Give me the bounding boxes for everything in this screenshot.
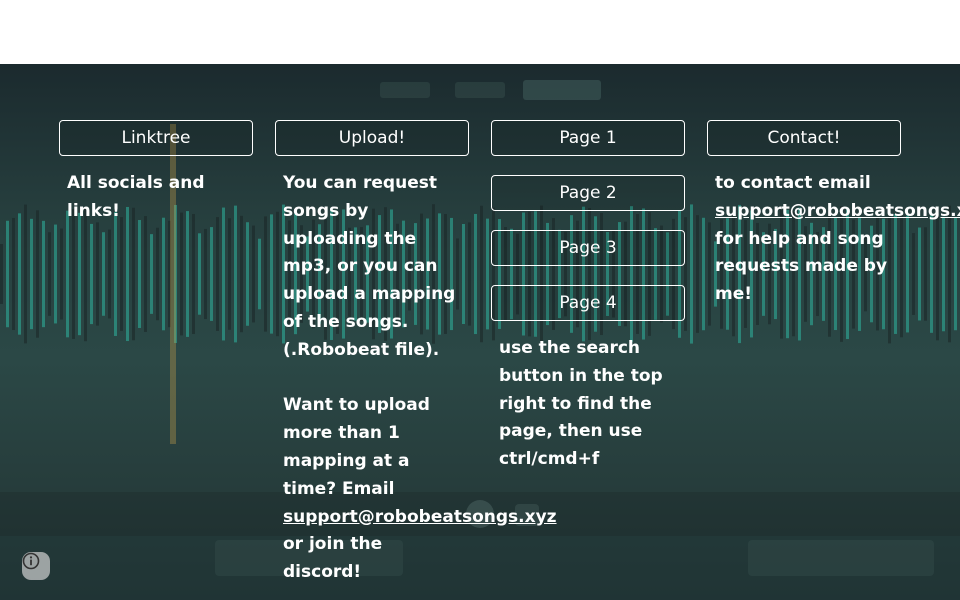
contact-description: to contact email support@robobeatsongs.x…: [707, 170, 960, 309]
waveform-bar: [6, 220, 9, 328]
upload-description: You can request songs by uploading the m…: [275, 170, 557, 587]
column-upload: Upload! You can request songs by uploadi…: [275, 120, 557, 587]
waveform-bar: [270, 214, 273, 334]
waveform-bar: [12, 217, 15, 331]
waveform-bar: [192, 213, 195, 335]
waveform-bar: [240, 215, 243, 333]
column-pages: Page 1 Page 2 Page 3 Page 4 use the sear…: [491, 120, 685, 474]
waveform-bar: [204, 228, 207, 320]
waveform-bar: [138, 220, 141, 328]
waveform-bar: [102, 232, 105, 316]
upload-email-link[interactable]: support@robobeatsongs.xyz: [283, 507, 557, 527]
waveform-bar: [906, 215, 909, 333]
contact-button[interactable]: Contact!: [707, 120, 901, 156]
column-contact: Contact! to contact email support@robobe…: [707, 120, 960, 309]
waveform-bar: [114, 212, 117, 336]
waveform-bar: [162, 217, 165, 331]
waveform-bar: [84, 206, 87, 342]
linktree-description: All socials and links!: [67, 173, 205, 221]
waveform-bar: [936, 207, 939, 341]
top-bar: [0, 0, 960, 64]
waveform-bar: [702, 217, 705, 331]
info-icon[interactable]: [22, 552, 50, 580]
waveform-bar: [216, 217, 219, 331]
waveform-bar: [78, 212, 81, 336]
linktree-button[interactable]: Linktree: [59, 120, 253, 156]
waveform-bar: [60, 228, 63, 320]
waveform-bar: [18, 213, 21, 335]
waveform-bar: [696, 215, 699, 333]
waveform-bar: [120, 217, 123, 331]
waveform-bar: [30, 218, 33, 330]
waveform-bar: [198, 233, 201, 315]
upload-button[interactable]: Upload!: [275, 120, 469, 156]
waveform-bar: [474, 213, 477, 335]
page-4-button[interactable]: Page 4: [491, 285, 685, 321]
waveform-bar: [72, 209, 75, 339]
waveform-bar: [126, 206, 129, 342]
waveform-bar: [948, 205, 951, 343]
waveform-bar: [264, 216, 267, 332]
contact-text-end: for help and song requests made by me!: [715, 228, 888, 305]
page-1-button[interactable]: Page 1: [491, 120, 685, 156]
waveform-bar: [42, 220, 45, 328]
waveform-bar: [912, 233, 915, 315]
waveform-bar: [0, 244, 3, 304]
info-icon-glyph: [22, 552, 40, 570]
waveform-bar: [66, 210, 69, 338]
upload-paragraph-1: You can request songs by uploading the m…: [283, 173, 456, 360]
waveform-bar: [924, 227, 927, 321]
waveform-bar: [480, 205, 483, 343]
waveform-bar: [918, 227, 921, 321]
upload-paragraph-2-end: or join the discord!: [283, 534, 383, 583]
waveform-bar: [48, 232, 51, 316]
waveform-bar: [90, 223, 93, 325]
waveform-bar: [690, 204, 693, 344]
waveform-bar: [258, 238, 261, 310]
waveform-bar: [228, 218, 231, 330]
waveform-bar: [36, 210, 39, 338]
hero-background: Linktree All socials and links! Upload! …: [0, 64, 960, 600]
upload-paragraph-2: Want to upload more than 1 mapping at a …: [283, 395, 430, 499]
waveform-bar: [150, 234, 153, 314]
waveform-bar: [210, 227, 213, 321]
waveform-bar: [156, 227, 159, 321]
waveform-bar: [96, 222, 99, 326]
waveform-bar: [144, 216, 147, 332]
waveform-bar: [246, 222, 249, 326]
waveform-bar: [942, 216, 945, 332]
pages-description: use the search button in the top right t…: [499, 338, 663, 470]
waveform-bar: [108, 229, 111, 319]
waveform-bar: [24, 204, 27, 344]
waveform-bar: [954, 217, 957, 331]
waveform-bar: [252, 225, 255, 323]
waveform-bar: [222, 207, 225, 341]
waveform-bar: [132, 207, 135, 341]
waveform-bar: [54, 224, 57, 324]
page-3-button[interactable]: Page 3: [491, 230, 685, 266]
waveform-bar: [930, 215, 933, 333]
waveform-bar: [486, 218, 489, 330]
waveform-bar: [234, 205, 237, 343]
waveform-bar: [186, 211, 189, 337]
contact-text: to contact email: [715, 173, 871, 193]
contact-email-link[interactable]: support@robobeatsongs.xyz: [715, 201, 960, 221]
page-2-button[interactable]: Page 2: [491, 175, 685, 211]
column-linktree: Linktree All socials and links!: [59, 120, 253, 226]
waveform-bar: [180, 212, 183, 336]
